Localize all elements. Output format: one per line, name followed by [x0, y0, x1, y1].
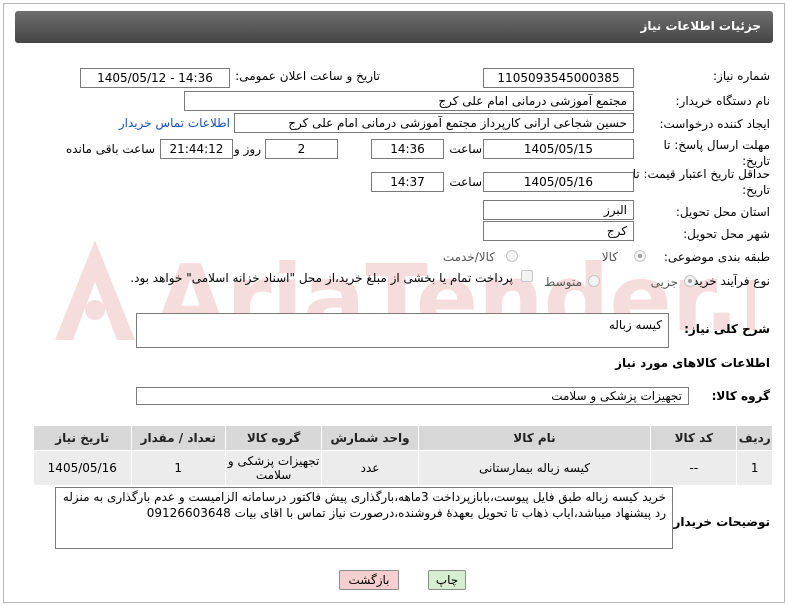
- category-option-goods: کالا: [601, 250, 618, 264]
- need-number-label: شماره نیاز:: [713, 69, 770, 83]
- purchase-radio-partial[interactable]: [684, 275, 696, 287]
- province-field: البرز: [483, 200, 634, 220]
- reply-date-field: 1405/05/15: [483, 139, 634, 159]
- back-button[interactable]: بازگشت: [339, 570, 399, 590]
- purchase-type-label: نوع فرآیند خرید :: [685, 274, 770, 288]
- buyer-notes-label: توضیحات خریدار:: [668, 515, 770, 529]
- purchase-radio-medium[interactable]: [588, 275, 600, 287]
- remaining-word: ساعت باقی مانده: [65, 142, 155, 156]
- announce-field: 1405/05/12 - 14:36: [80, 68, 230, 88]
- creator-field: حسین شجاعی ارانی کارپرداز مجتمع آموزشی د…: [234, 113, 634, 133]
- col-item-name: نام کالا: [417, 425, 652, 451]
- cell-row-number: 1: [736, 450, 773, 486]
- price-deadline-label: حداقل تاریخ اعتبار قیمت: تا تاریخ:: [632, 167, 770, 197]
- price-date-field: 1405/05/16: [483, 172, 634, 192]
- category-option-goods-service: کالا/خدمت: [442, 250, 495, 264]
- price-time-word: ساعت: [449, 175, 482, 189]
- cell-item-name: کیسه زباله بیمارستانی: [417, 450, 652, 486]
- reply-deadline-label: مهلت ارسال پاسخ: تا تاریخ:: [663, 138, 770, 168]
- cell-quantity: 1: [130, 450, 226, 486]
- price-time-field: 14:37: [371, 172, 444, 192]
- col-need-date: تاریخ نیاز: [33, 425, 132, 451]
- category-label: طبقه بندی موضوعی:: [663, 250, 770, 264]
- cell-item-group: تجهیزات پزشکی و سلامت: [224, 450, 323, 486]
- purchase-option-partial: جزیی: [650, 275, 678, 289]
- col-item-code: کد کالا: [650, 425, 738, 451]
- description-label: شرح کلی نیاز:: [684, 322, 770, 336]
- col-unit: واحد شمارش: [321, 425, 419, 451]
- buyer-notes-field[interactable]: خرید کیسه زباله طبق فایل پیوست،بابازپردا…: [55, 487, 673, 549]
- buyer-org-field: مجتمع آموزشی درمانی امام علی کرج: [184, 91, 634, 111]
- description-field[interactable]: کیسه زباله: [136, 313, 669, 348]
- table-row: 1 -- کیسه زباله بیمارستانی عدد تجهیزات پ…: [33, 450, 773, 486]
- creator-label: ایجاد کننده درخواست:: [659, 117, 770, 131]
- category-radio-goods[interactable]: [634, 250, 646, 262]
- goods-info-heading: اطلاعات کالاهای مورد نیاز: [615, 356, 770, 370]
- province-label: استان محل تحویل:: [675, 205, 770, 219]
- table-header-row: ردیف کد کالا نام کالا واحد شمارش گروه کا…: [33, 425, 773, 451]
- cell-need-date: 1405/05/16: [33, 450, 132, 486]
- goods-group-field: تجهیزات پزشکی و سلامت: [136, 387, 689, 405]
- items-table: ردیف کد کالا نام کالا واحد شمارش گروه کا…: [33, 425, 773, 486]
- days-word: روز و: [234, 142, 261, 156]
- col-item-group: گروه کالا: [224, 425, 323, 451]
- city-label: شهر محل تحویل:: [683, 227, 770, 241]
- treasury-payment-checkbox[interactable]: [521, 270, 533, 282]
- buyer-org-label: نام دستگاه خریدار:: [675, 94, 771, 108]
- cell-item-code: --: [650, 450, 738, 486]
- cell-unit: عدد: [321, 450, 419, 486]
- remaining-time-field: 21:44:12: [160, 139, 233, 159]
- col-row-number: ردیف: [736, 425, 773, 451]
- goods-group-label: گروه کالا:: [711, 389, 770, 403]
- title-bar: جزئیات اطلاعات نیاز: [15, 11, 773, 43]
- reply-time-word: ساعت: [449, 142, 482, 156]
- col-quantity: تعداد / مقدار: [130, 425, 226, 451]
- city-field: کرج: [483, 221, 634, 241]
- print-button[interactable]: چاپ: [428, 570, 466, 590]
- reply-time-field: 14:36: [371, 139, 444, 159]
- page-title: جزئیات اطلاعات نیاز: [640, 19, 761, 33]
- days-field: 2: [265, 139, 338, 159]
- treasury-payment-note: پرداخت تمام یا بخشی از مبلغ خرید،از محل …: [130, 271, 513, 285]
- buyer-contact-link[interactable]: اطلاعات تماس خریدار: [119, 116, 230, 130]
- need-number-field: 1105093545000385: [483, 68, 634, 88]
- announce-label: تاریخ و ساعت اعلان عمومی:: [235, 69, 380, 83]
- category-radio-goods-service[interactable]: [506, 250, 518, 262]
- purchase-option-medium: متوسط: [544, 275, 582, 289]
